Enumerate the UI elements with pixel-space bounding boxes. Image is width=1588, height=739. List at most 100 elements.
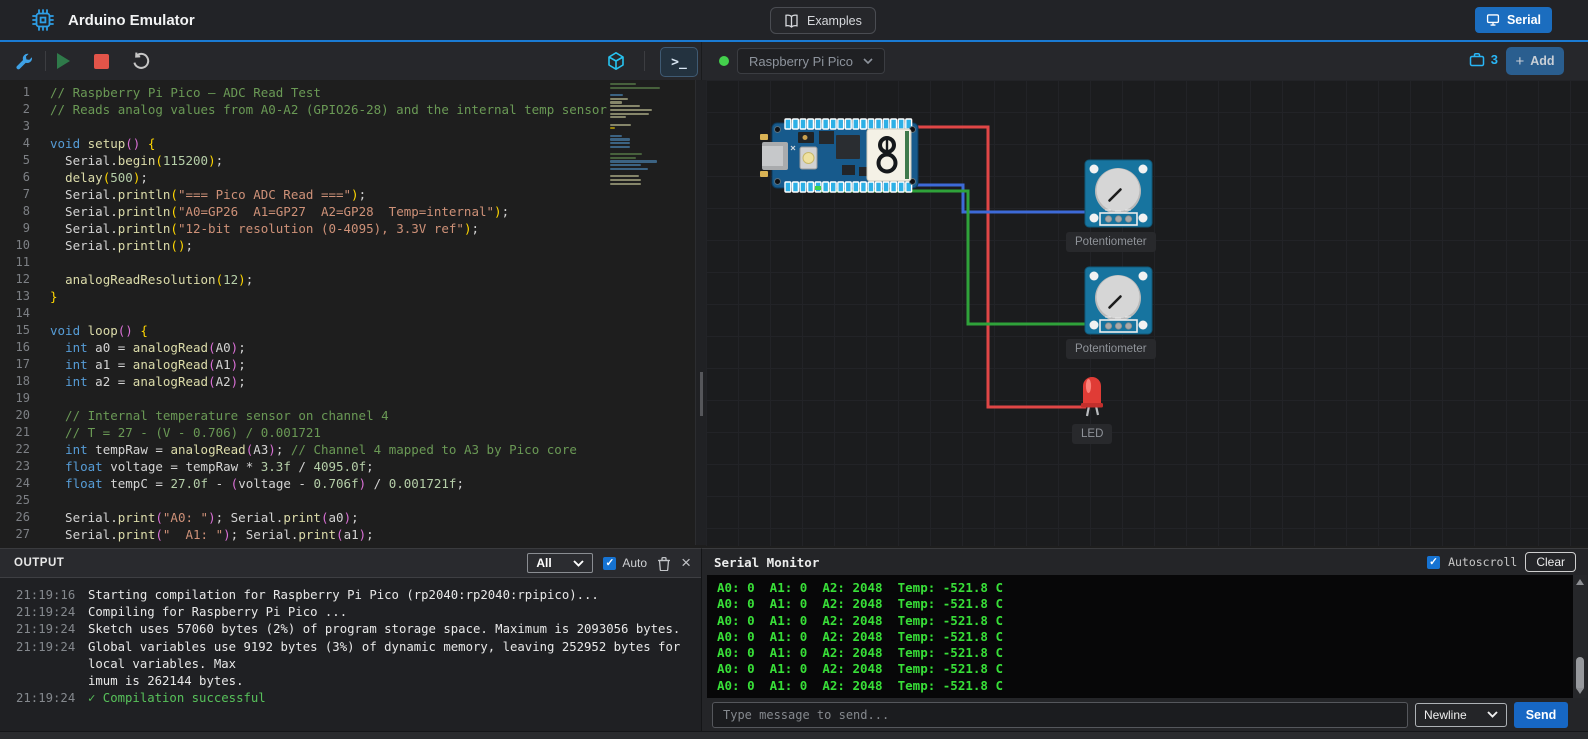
editor-toolbar: >_ <box>0 42 701 80</box>
wire-red[interactable] <box>908 127 1086 407</box>
line-number: 20 <box>8 407 30 424</box>
serial-line: A0: 0 A1: 0 A2: 2048 Temp: -521.8 C <box>717 596 1573 612</box>
code-editor[interactable]: 1234567891011121314151617181920212223242… <box>0 80 695 545</box>
serial-line: A0: 0 A1: 0 A2: 2048 Temp: -521.8 C <box>717 645 1573 661</box>
line-number: 27 <box>8 526 30 543</box>
parts-box-icon <box>1469 52 1485 67</box>
line-number: 26 <box>8 509 30 526</box>
examples-label: Examples <box>807 14 862 28</box>
serial-output: A0: 0 A1: 0 A2: 2048 Temp: -521.8 CA0: 0… <box>707 575 1573 698</box>
add-part-button[interactable]: + Add <box>1506 47 1564 75</box>
board-status-dot <box>719 56 729 66</box>
clear-output-button[interactable] <box>657 556 671 571</box>
monitor-icon <box>1486 13 1500 27</box>
auto-checkbox[interactable]: ✓ <box>603 557 616 570</box>
serial-scrollbar[interactable] <box>1573 575 1587 698</box>
log-message: Compiling for Raspberry Pi Pico ... <box>82 604 347 621</box>
serial-button-label: Serial <box>1507 13 1541 27</box>
potentiometer-2[interactable] <box>1085 267 1152 334</box>
examples-button[interactable]: Examples <box>770 7 876 34</box>
line-number: 21 <box>8 424 30 441</box>
close-icon: × <box>681 555 691 571</box>
output-log: 21:19:16Starting compilation for Raspber… <box>0 578 701 707</box>
serial-monitor-header: Serial Monitor ✓ Autoscroll Clear <box>702 549 1588 575</box>
pico-rp2040-chip <box>836 135 860 159</box>
autoscroll-label: Autoscroll <box>1448 555 1517 569</box>
book-icon <box>784 13 799 28</box>
code-area: // Raspberry Pi Pico — ADC Read Test// R… <box>50 84 606 545</box>
line-number: 15 <box>8 322 30 339</box>
library-manager-button[interactable] <box>13 51 34 72</box>
terminal-toggle-button[interactable]: >_ <box>660 47 698 77</box>
output-header: OUTPUT All ✓ Auto × <box>0 549 701 578</box>
add-label: Add <box>1530 54 1554 68</box>
circuit-canvas[interactable]: Potentiometer Potentiometer LED <box>706 80 1588 546</box>
clear-serial-button[interactable]: Clear <box>1525 552 1576 572</box>
component-label: LED <box>1072 424 1112 444</box>
potentiometer-1[interactable] <box>1085 160 1152 227</box>
log-message: Global variables use 9192 bytes (3%) of … <box>82 639 701 691</box>
auto-label: Auto <box>622 556 647 570</box>
view-3d-button[interactable] <box>606 51 626 71</box>
restart-button[interactable] <box>131 51 151 71</box>
line-number: 13 <box>8 288 30 305</box>
output-filter-select[interactable]: All <box>527 553 593 573</box>
code-line-6: delay(500); <box>50 169 606 186</box>
stop-button[interactable] <box>94 54 109 69</box>
line-number: 8 <box>8 203 30 220</box>
line-number: 5 <box>8 152 30 169</box>
line-number: 22 <box>8 441 30 458</box>
code-line-12: analogReadResolution(12); <box>50 271 606 288</box>
scrollbar-thumb[interactable] <box>700 372 703 416</box>
line-number: 11 <box>8 254 30 271</box>
line-number: 25 <box>8 492 30 509</box>
output-panel: OUTPUT All ✓ Auto × <box>0 548 701 731</box>
line-ending-select[interactable]: Newline <box>1415 703 1507 727</box>
code-line-5: Serial.begin(115200); <box>50 152 606 169</box>
line-number: 6 <box>8 169 30 186</box>
chip-logo-icon <box>30 7 56 33</box>
scrollbar-thumb[interactable] <box>1576 657 1584 691</box>
component-label: Potentiometer <box>1066 232 1156 252</box>
code-line-17: int a1 = analogRead(A1); <box>50 356 606 373</box>
code-line-26: Serial.print("A0: "); Serial.print(a0); <box>50 509 606 526</box>
autoscroll-checkbox[interactable]: ✓ <box>1427 556 1440 569</box>
run-button[interactable] <box>57 53 70 69</box>
line-number: 17 <box>8 356 30 373</box>
send-button[interactable]: Send <box>1514 702 1568 728</box>
code-line-13: } <box>50 288 606 305</box>
line-number: 10 <box>8 237 30 254</box>
scroll-down-arrow[interactable] <box>1576 688 1584 694</box>
led[interactable] <box>1081 377 1103 416</box>
wire-blue[interactable] <box>905 185 1085 212</box>
play-icon <box>57 53 70 69</box>
pico-board[interactable] <box>760 119 918 192</box>
serial-line: A0: 0 A1: 0 A2: 2048 Temp: -521.8 C <box>717 661 1573 677</box>
code-line-28: Serial.print(" A2: "); Serial.print(a2); <box>50 543 606 545</box>
terminal-icon: >_ <box>671 55 687 70</box>
trash-icon <box>657 556 671 571</box>
chevron-down-icon <box>1487 711 1498 718</box>
code-line-11 <box>50 254 606 271</box>
scroll-up-arrow[interactable] <box>1576 579 1584 585</box>
code-line-7: Serial.println("=== Pico ADC Read ==="); <box>50 186 606 203</box>
output-log-row: 21:19:24Global variables use 9192 bytes … <box>0 639 701 691</box>
log-timestamp: 21:19:24 <box>0 639 82 691</box>
panel-divider[interactable] <box>695 80 706 545</box>
line-number: 24 <box>8 475 30 492</box>
code-line-18: int a2 = analogRead(A2); <box>50 373 606 390</box>
code-line-9: Serial.println("12-bit resolution (0-409… <box>50 220 606 237</box>
line-number: 4 <box>8 135 30 152</box>
close-output-button[interactable]: × <box>681 555 691 571</box>
serial-message-input[interactable] <box>712 702 1408 728</box>
board-select-value: Raspberry Pi Pico <box>749 54 853 69</box>
serial-toggle-button[interactable]: Serial <box>1475 7 1552 33</box>
minimap[interactable] <box>610 83 695 186</box>
code-line-2: // Reads analog values from A0-A2 (GPIO2… <box>50 101 606 118</box>
code-line-3 <box>50 118 606 135</box>
line-number: 9 <box>8 220 30 237</box>
board-select[interactable]: Raspberry Pi Pico <box>737 48 885 74</box>
toolbar-separator <box>644 51 645 71</box>
line-number: 7 <box>8 186 30 203</box>
serial-line: A0: 0 A1: 0 A2: 2048 Temp: -521.8 C <box>717 678 1573 694</box>
